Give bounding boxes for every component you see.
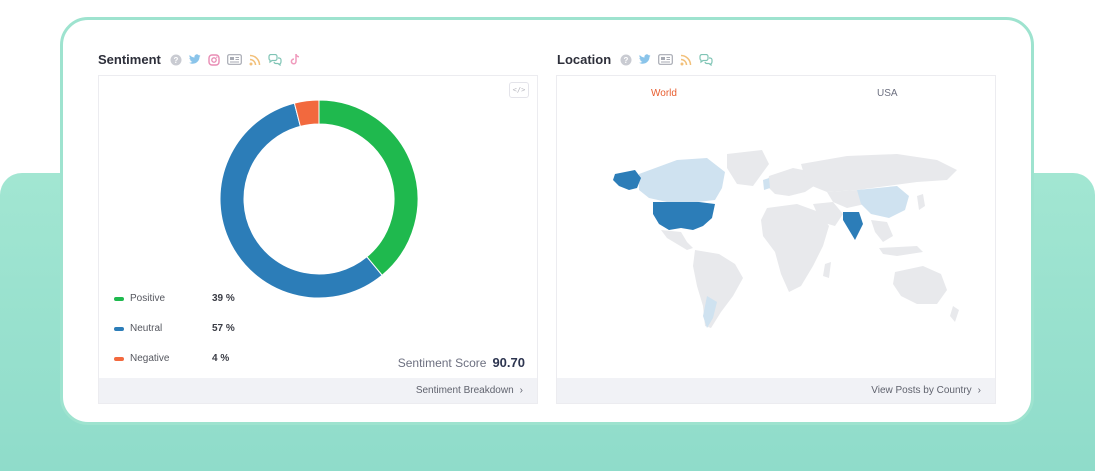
- forum-icon[interactable]: [699, 53, 713, 66]
- sentiment-score-label: Sentiment Score: [397, 356, 487, 370]
- tiktok-icon[interactable]: [289, 54, 301, 66]
- map-japan: [917, 194, 925, 210]
- positive-swatch: [114, 296, 124, 301]
- location-panel: World USA View Posts by Country ›: [556, 75, 996, 404]
- legend-negative: Negative 4 %: [114, 353, 229, 364]
- map-canada: [639, 158, 725, 204]
- legend-value: 39 %: [212, 293, 235, 304]
- map-china: [857, 186, 909, 218]
- sentiment-panel: </> Positive 39 % Neutral 57 % Negative …: [98, 75, 538, 404]
- map-australia: [893, 266, 947, 304]
- news-icon[interactable]: [658, 54, 674, 66]
- sentiment-donut-chart: [219, 99, 419, 299]
- rss-icon[interactable]: [249, 54, 261, 66]
- map-uk: [763, 178, 770, 190]
- neutral-swatch: [114, 326, 124, 331]
- forum-icon[interactable]: [268, 53, 282, 66]
- sentiment-title: Sentiment: [98, 52, 161, 67]
- sentiment-score: Sentiment Score 90.70: [398, 355, 525, 370]
- map-africa: [761, 204, 829, 292]
- sentiment-breakdown-label: Sentiment Breakdown: [415, 385, 514, 396]
- map-india: [843, 212, 863, 240]
- view-posts-by-country-label: View Posts by Country: [871, 385, 972, 396]
- embed-code-icon[interactable]: </>: [509, 82, 529, 98]
- twitter-icon[interactable]: [188, 54, 201, 66]
- map-south-america: [693, 250, 743, 328]
- chevron-right-icon: ›: [977, 385, 981, 396]
- location-header: Location ?: [557, 52, 713, 67]
- donut-slice-positive[interactable]: [318, 99, 419, 276]
- sentiment-breakdown-link[interactable]: Sentiment Breakdown ›: [99, 378, 537, 403]
- legend-positive: Positive 39 %: [114, 293, 235, 304]
- world-map: [613, 150, 959, 328]
- chevron-right-icon: ›: [519, 385, 523, 396]
- rss-icon[interactable]: [680, 54, 692, 66]
- map-mexico: [661, 230, 693, 250]
- twitter-icon[interactable]: [639, 54, 651, 66]
- map-madagascar: [823, 262, 831, 278]
- map-indonesia: [879, 246, 923, 256]
- map-alaska: [613, 170, 641, 190]
- map-russia: [801, 154, 957, 192]
- negative-swatch: [114, 356, 124, 361]
- legend-neutral: Neutral 57 %: [114, 323, 235, 334]
- sentiment-header: Sentiment ?: [98, 52, 301, 67]
- help-icon[interactable]: ?: [620, 54, 632, 66]
- location-title: Location: [557, 52, 612, 67]
- map-usa: [653, 202, 715, 230]
- view-posts-by-country-link[interactable]: View Posts by Country ›: [557, 378, 995, 403]
- map-greenland: [727, 150, 769, 186]
- legend-label: Neutral: [130, 323, 163, 334]
- map-southeast-asia: [871, 220, 893, 242]
- svg-text:?: ?: [173, 56, 178, 65]
- tab-usa[interactable]: USA: [877, 88, 898, 99]
- help-icon[interactable]: ?: [170, 54, 182, 66]
- map-new-zealand: [950, 306, 959, 322]
- legend-label: Positive: [130, 293, 166, 304]
- sentiment-score-value: 90.70: [492, 355, 525, 370]
- svg-text:?: ?: [624, 56, 629, 65]
- instagram-icon[interactable]: [208, 53, 220, 66]
- news-icon[interactable]: [226, 54, 242, 66]
- legend-value: 4 %: [212, 353, 230, 364]
- legend-value: 57 %: [212, 323, 235, 334]
- tab-world[interactable]: World: [651, 88, 677, 99]
- legend-label: Negative: [130, 353, 170, 364]
